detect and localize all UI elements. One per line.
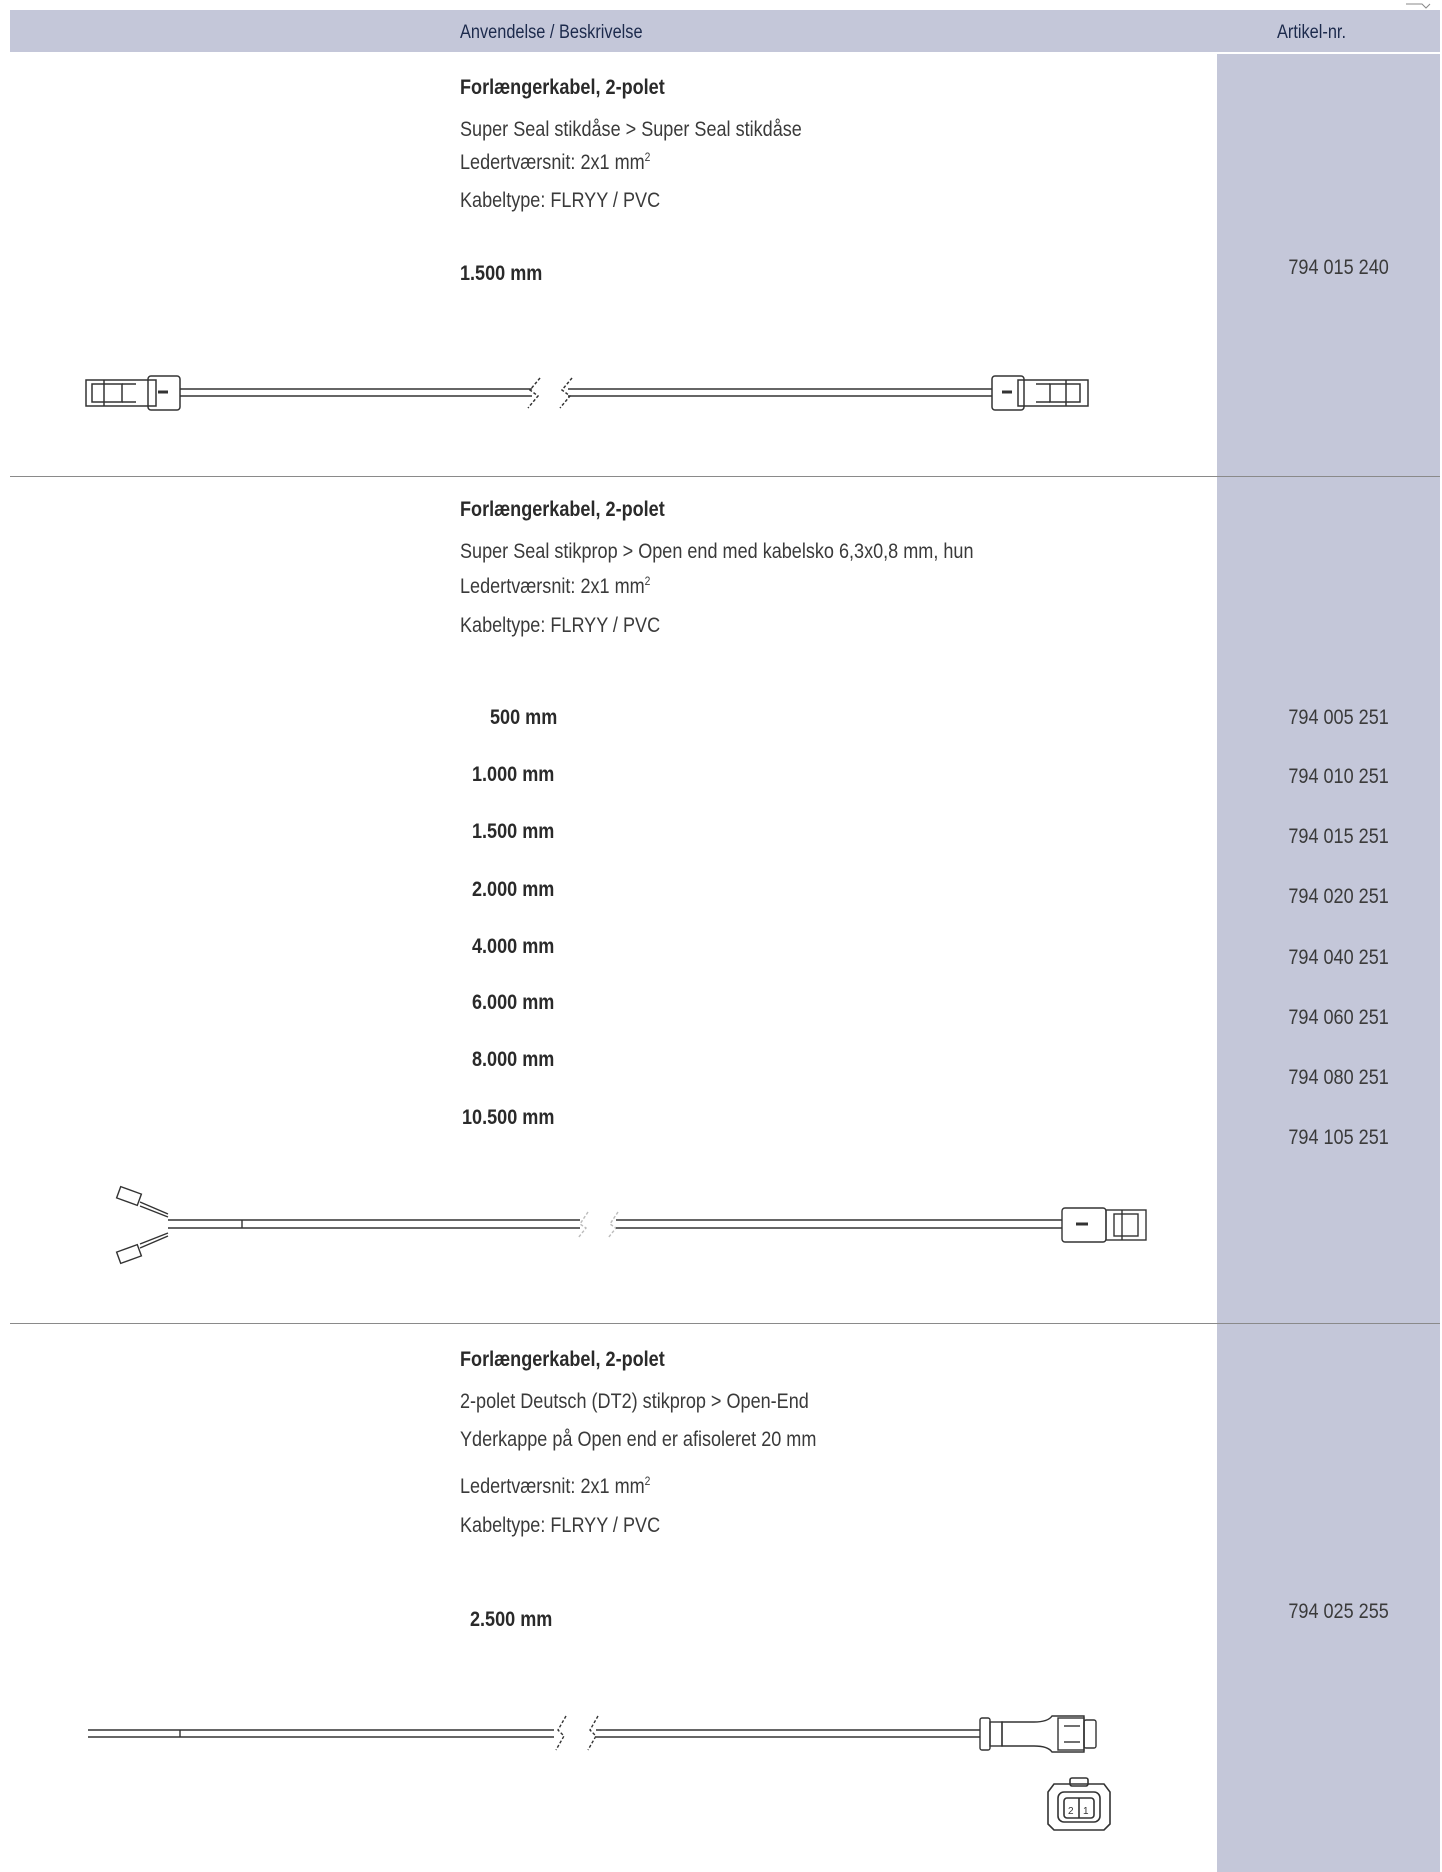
article-number: 794 020 251 bbox=[1288, 885, 1389, 908]
description-column-header: Anvendelse / Beskrivelse bbox=[460, 22, 643, 43]
article-number: 794 105 251 bbox=[1288, 1126, 1389, 1149]
table-header bbox=[10, 10, 1440, 52]
variant-length: 1.500 mm bbox=[472, 820, 555, 843]
article-number: 794 005 251 bbox=[1288, 706, 1389, 729]
product-title: Forlængerkabel, 2-polet bbox=[460, 498, 665, 521]
cable-type-line: Kabeltype: FLRYY / PVC bbox=[460, 614, 661, 637]
cable-drawing-super-seal-to-open-end bbox=[115, 1185, 1147, 1265]
article-number: 794 040 251 bbox=[1288, 946, 1389, 969]
description-line: Yderkappe på Open end er afisoleret 20 m… bbox=[460, 1428, 817, 1451]
description-line: Super Seal stikprop > Open end med kabel… bbox=[460, 540, 974, 563]
cross-section-line: Ledertværsnit: 2x1 mm2 bbox=[460, 150, 651, 174]
pin-label: 1 bbox=[1083, 1806, 1089, 1817]
article-column-header: Artikel-nr. bbox=[1277, 22, 1347, 43]
article-number: 794 080 251 bbox=[1288, 1066, 1389, 1089]
article-number: 794 025 255 bbox=[1288, 1600, 1389, 1623]
product-title: Forlængerkabel, 2-polet bbox=[460, 76, 665, 99]
section-divider bbox=[10, 476, 1440, 477]
pin-label: 2 bbox=[1068, 1806, 1074, 1817]
description-line: 2-polet Deutsch (DT2) stikprop > Open-En… bbox=[460, 1390, 809, 1413]
article-number: 794 015 251 bbox=[1288, 825, 1389, 848]
cross-section-line: Ledertværsnit: 2x1 mm2 bbox=[460, 574, 651, 598]
variant-length: 1.000 mm bbox=[472, 763, 555, 786]
cable-drawing-super-seal-to-super-seal bbox=[85, 375, 1089, 411]
variant-length: 1.500 mm bbox=[460, 262, 543, 285]
cross-section-line: Ledertværsnit: 2x1 mm2 bbox=[460, 1474, 651, 1498]
variant-length: 4.000 mm bbox=[472, 935, 555, 958]
section-divider bbox=[10, 1323, 1440, 1324]
variant-length: 500 mm bbox=[490, 706, 558, 729]
deutsch-connector-front-view-icon: 2 1 bbox=[1047, 1777, 1111, 1831]
cable-drawing-deutsch-to-open-end bbox=[88, 1715, 1097, 1753]
article-number: 794 010 251 bbox=[1288, 765, 1389, 788]
variant-length: 2.000 mm bbox=[472, 878, 555, 901]
article-number: 794 060 251 bbox=[1288, 1006, 1389, 1029]
description-line: Super Seal stikdåse > Super Seal stikdås… bbox=[460, 118, 802, 141]
variant-length: 2.500 mm bbox=[470, 1608, 553, 1631]
variant-length: 10.500 mm bbox=[462, 1106, 555, 1129]
cable-type-line: Kabeltype: FLRYY / PVC bbox=[460, 1514, 661, 1537]
product-title: Forlængerkabel, 2-polet bbox=[460, 1348, 665, 1371]
variant-length: 6.000 mm bbox=[472, 991, 555, 1014]
variant-length: 8.000 mm bbox=[472, 1048, 555, 1071]
article-number: 794 015 240 bbox=[1288, 256, 1389, 279]
cable-type-line: Kabeltype: FLRYY / PVC bbox=[460, 189, 661, 212]
